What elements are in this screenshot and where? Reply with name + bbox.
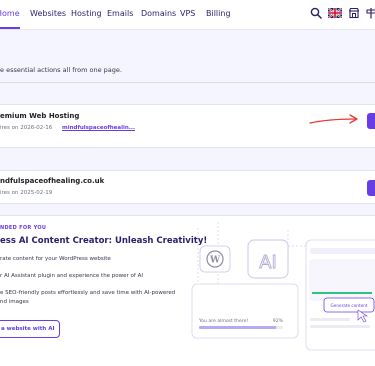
ai-illustration: W AI You are almost there! 92% Generate … xyxy=(191,222,375,351)
section-divider xyxy=(0,82,375,83)
domain-manage-button[interactable] xyxy=(367,180,375,196)
hosting-expiry-text: ires on 2026-02-16 xyxy=(0,125,53,131)
recommended-label: NDED FOR YOU xyxy=(0,225,47,231)
nav-hosting[interactable]: Hosting xyxy=(71,9,102,18)
nav-domains[interactable]: Domains xyxy=(141,9,176,18)
store-icon[interactable] xyxy=(348,7,360,19)
domain-expiry-text: ires on 2025-02-19 xyxy=(0,190,53,196)
progress-percent: 92% xyxy=(273,318,284,324)
top-navigation: Home Websites Hosting Emails Domains VPS… xyxy=(0,0,375,30)
nav-home[interactable]: Home xyxy=(0,9,20,18)
nav-websites[interactable]: Websites xyxy=(30,9,66,18)
promo-line: rate content for your WordPress website xyxy=(0,256,111,262)
generate-content-label: Generate content xyxy=(331,303,368,308)
svg-text:W: W xyxy=(209,256,221,266)
progress-bar-fill xyxy=(199,326,277,329)
promo-line: r AI Assistant plugin and experience the… xyxy=(0,273,143,279)
hosting-domain-link[interactable]: mindfulspaceofhealin... xyxy=(62,125,135,131)
promo-line: nd images xyxy=(0,299,29,305)
nav-vps[interactable]: VPS xyxy=(180,9,195,18)
hosting-manage-button[interactable] xyxy=(367,113,375,129)
hosting-plan-title: emium Web Hosting xyxy=(0,112,80,120)
promo-title: ess AI Content Creator: Unleash Creativi… xyxy=(0,236,208,246)
create-website-ai-button[interactable]: a website with AI xyxy=(0,320,60,338)
signpost-icon[interactable] xyxy=(366,7,375,19)
annotation-arrow xyxy=(309,114,358,124)
uk-flag-icon[interactable] xyxy=(328,8,342,18)
progress-text: You are almost there! xyxy=(198,318,248,324)
promo-line: e SEO-friendly posts effortlessly and sa… xyxy=(0,290,176,296)
domain-name-title: ndfulspaceofhealing.co.uk xyxy=(0,177,105,185)
hosting-card: emium Web Hosting ires on 2026-02-16 min… xyxy=(0,104,375,148)
ai-tile-label: AI xyxy=(259,252,277,273)
domain-card: ndfulspaceofhealing.co.uk ires on 2025-0… xyxy=(0,170,375,204)
create-website-ai-label: a website with AI xyxy=(1,326,55,332)
nav-emails[interactable]: Emails xyxy=(107,9,133,18)
nav-billing[interactable]: Billing xyxy=(206,9,231,18)
search-icon[interactable] xyxy=(310,7,322,19)
page-subtitle: e essential actions all from one page. xyxy=(0,66,122,74)
nav-active-indicator xyxy=(0,27,20,29)
